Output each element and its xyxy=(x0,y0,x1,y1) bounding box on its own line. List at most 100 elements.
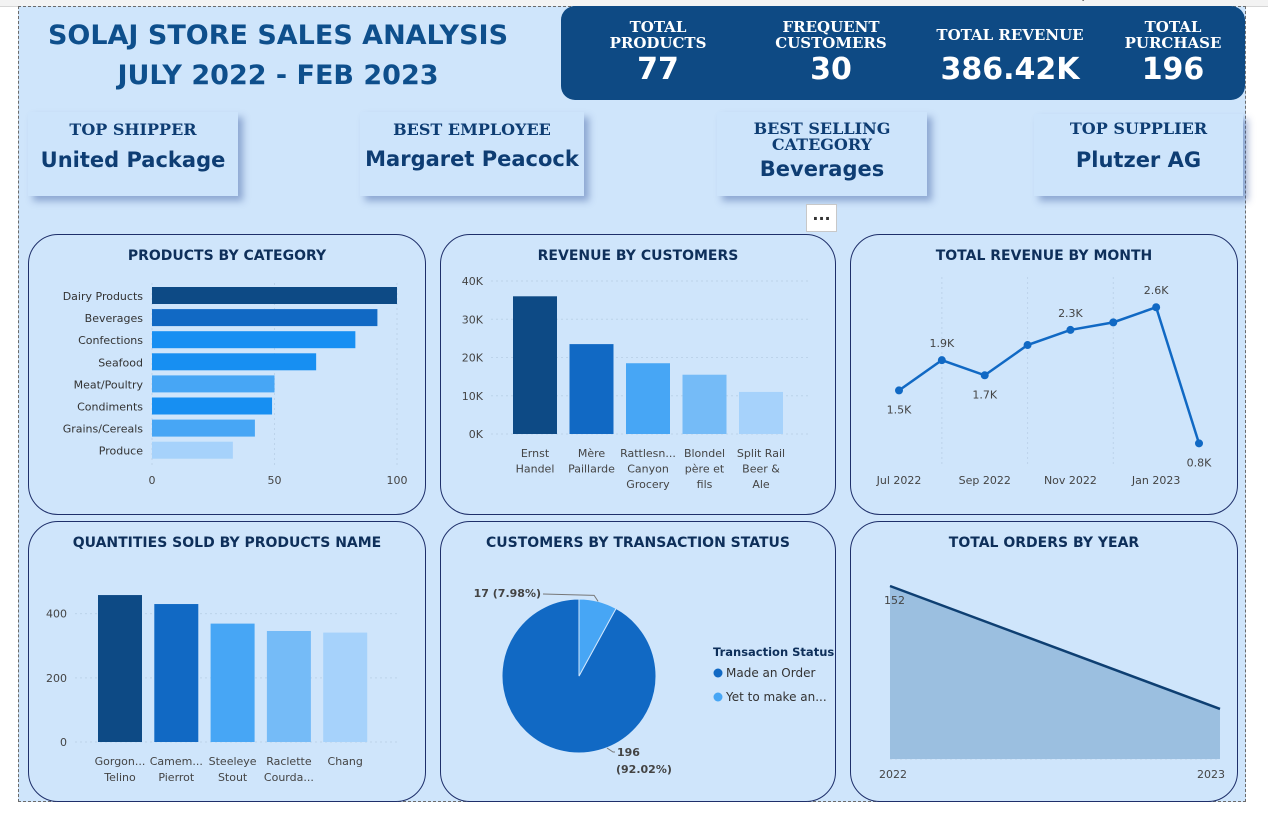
legend-title: Transaction Status xyxy=(713,645,834,659)
data-point xyxy=(980,371,989,380)
card-top-supplier: TOP SUPPLIER Plutzer AG xyxy=(1034,114,1243,196)
panel-total-revenue-by-month: TOTAL REVENUE BY MONTH 1.5K 1.9K 1.7K 2.3K 2… xyxy=(850,234,1238,515)
category-label: Raclette xyxy=(266,755,312,768)
data-label: 17 (7.98%) xyxy=(474,587,541,600)
kpi-frequent-customers: FREQUENT CUSTOMERS 30 xyxy=(756,6,906,88)
bar xyxy=(152,419,255,437)
category-label: Grains/Cereals xyxy=(63,423,144,436)
leader-line xyxy=(606,747,615,753)
report-title: SOLAJ STORE SALES ANALYSIS JULY 2022 - F… xyxy=(18,16,538,96)
panel-total-orders-by-year: TOTAL ORDERS BY YEAR 152 2022 2023 xyxy=(850,521,1238,802)
panel-products-by-category: PRODUCTS BY CATEGORY Dairy Products Bever… xyxy=(28,234,426,515)
ribbon-menu-item[interactable]: Data xyxy=(297,0,319,2)
data-label: 2.3K xyxy=(1058,307,1083,320)
category-label: Meat/Poultry xyxy=(74,378,144,391)
ribbon-menu-item[interactable]: Insert xyxy=(746,0,772,2)
bar xyxy=(266,630,311,742)
tick-label: 20K xyxy=(462,352,484,365)
category-label: père et xyxy=(685,463,725,476)
tick-label: 40K xyxy=(462,275,484,288)
bar xyxy=(152,375,275,393)
ribbon-menu-item[interactable]: Share xyxy=(1108,0,1134,2)
tick-label: 400 xyxy=(46,608,67,621)
transaction-status-pie-chart: 17 (7.98%) 196 (92.02%) Transaction Status M… xyxy=(474,587,835,776)
tick-label: 10K xyxy=(462,390,484,403)
bar xyxy=(152,397,273,415)
ribbon-menu-item[interactable]: Calculations xyxy=(890,0,945,2)
kpi-label: FREQUENT CUSTOMERS xyxy=(775,18,887,52)
kpi-total-revenue: TOTAL REVENUE 386.42K xyxy=(935,6,1085,88)
category-label: Telino xyxy=(103,771,136,784)
kpi-label: TOTAL PURCHASE xyxy=(1124,18,1222,52)
data-point xyxy=(1023,341,1032,350)
tick-label: Sep 2022 xyxy=(959,474,1011,487)
data-label: 1.9K xyxy=(929,337,954,350)
card-value: Margaret Peacock xyxy=(365,147,579,171)
category-label: Ernst xyxy=(521,447,550,460)
category-label: Handel xyxy=(516,463,555,476)
category-label: Camem... xyxy=(150,755,203,768)
ribbon-menu-item[interactable]: ard xyxy=(0,0,13,2)
bar xyxy=(152,353,317,371)
data-point xyxy=(1066,325,1075,334)
category-label: Courda... xyxy=(264,771,314,784)
bar xyxy=(152,287,397,304)
category-label: Paillarde xyxy=(568,463,615,476)
products-by-category-chart: Dairy Products Beverages Confections Seafoo… xyxy=(63,283,408,487)
revenue-by-customers-chart: 0K 10K 20K 30K 40K Ernst Handel Mère Paillarde Ra… xyxy=(462,275,811,491)
kpi-band: TOTAL PRODUCTS 77 FREQUENT CUSTOMERS 30 … xyxy=(561,6,1245,100)
panel-quantities-sold: QUANTITIES SOLD BY PRODUCTS NAME 0 200 400… xyxy=(28,521,426,802)
category-label: Beer & xyxy=(742,463,780,476)
title-line-2: JULY 2022 - FEB 2023 xyxy=(117,60,439,91)
card-best-employee: BEST EMPLOYEE Margaret Peacock xyxy=(360,112,584,196)
card-top-shipper: TOP SHIPPER United Package xyxy=(28,112,238,196)
data-label: 0.8K xyxy=(1187,456,1212,469)
tick-label: 50 xyxy=(268,474,282,487)
category-label: Chang xyxy=(328,755,363,768)
bar xyxy=(152,331,356,349)
tick-label: 100 xyxy=(387,474,408,487)
ribbon-menu-item[interactable]: Sensitivity xyxy=(1040,0,1087,2)
card-label: TOP SHIPPER xyxy=(69,120,197,139)
tick-label: 0 xyxy=(60,736,67,749)
kpi-value: 196 xyxy=(1141,52,1205,87)
bar xyxy=(682,374,727,434)
legend-marker xyxy=(713,692,723,702)
area-fill xyxy=(890,586,1220,759)
revenue-line xyxy=(898,305,1201,444)
total-orders-by-year-chart: 152 2022 2023 xyxy=(879,584,1225,781)
category-label: Seafood xyxy=(98,356,143,369)
tick-label: 30K xyxy=(462,313,484,326)
category-label: Dairy Products xyxy=(63,290,144,303)
category-label: Grocery xyxy=(626,478,670,491)
kpi-label: TOTAL REVENUE xyxy=(936,26,1084,44)
category-label: Blondel xyxy=(684,447,725,460)
card-best-selling-category: BEST SELLING CATEGORY Beverages xyxy=(717,112,927,196)
category-label: Ale xyxy=(752,478,770,491)
data-point xyxy=(1109,318,1118,327)
category-label: Canyon xyxy=(627,463,669,476)
bar xyxy=(152,441,233,459)
category-label: fils xyxy=(697,478,713,491)
kpi-label: TOTAL PRODUCTS xyxy=(609,18,707,52)
tick-label: 2023 xyxy=(1197,768,1225,781)
tick-label: 200 xyxy=(46,672,67,685)
card-label: TOP SUPPLIER xyxy=(1069,119,1208,138)
panel-customers-by-transaction-status: CUSTOMERS BY TRANSACTION STATUS 17 (7.98… xyxy=(440,521,836,802)
data-point xyxy=(1195,439,1203,448)
card-value: United Package xyxy=(40,148,226,172)
legend-marker xyxy=(713,668,723,678)
card-label: BEST EMPLOYEE xyxy=(393,120,551,139)
bar xyxy=(513,296,557,434)
category-label: Condiments xyxy=(77,401,143,414)
legend-label: Made an Order xyxy=(726,666,815,680)
quantities-sold-chart: 0 200 400 Gorgon... Telino Camem... Pierrot Ste… xyxy=(46,595,399,784)
data-point xyxy=(937,356,946,365)
ribbon-menu-item[interactable]: Queries xyxy=(576,0,611,2)
category-label: Mère xyxy=(578,447,606,460)
bar xyxy=(739,391,783,434)
tick-label: Jul 2022 xyxy=(876,474,922,487)
data-point xyxy=(895,386,903,395)
legend-label: Yet to make an... xyxy=(725,690,827,704)
more-options-button[interactable]: ... xyxy=(806,204,837,232)
